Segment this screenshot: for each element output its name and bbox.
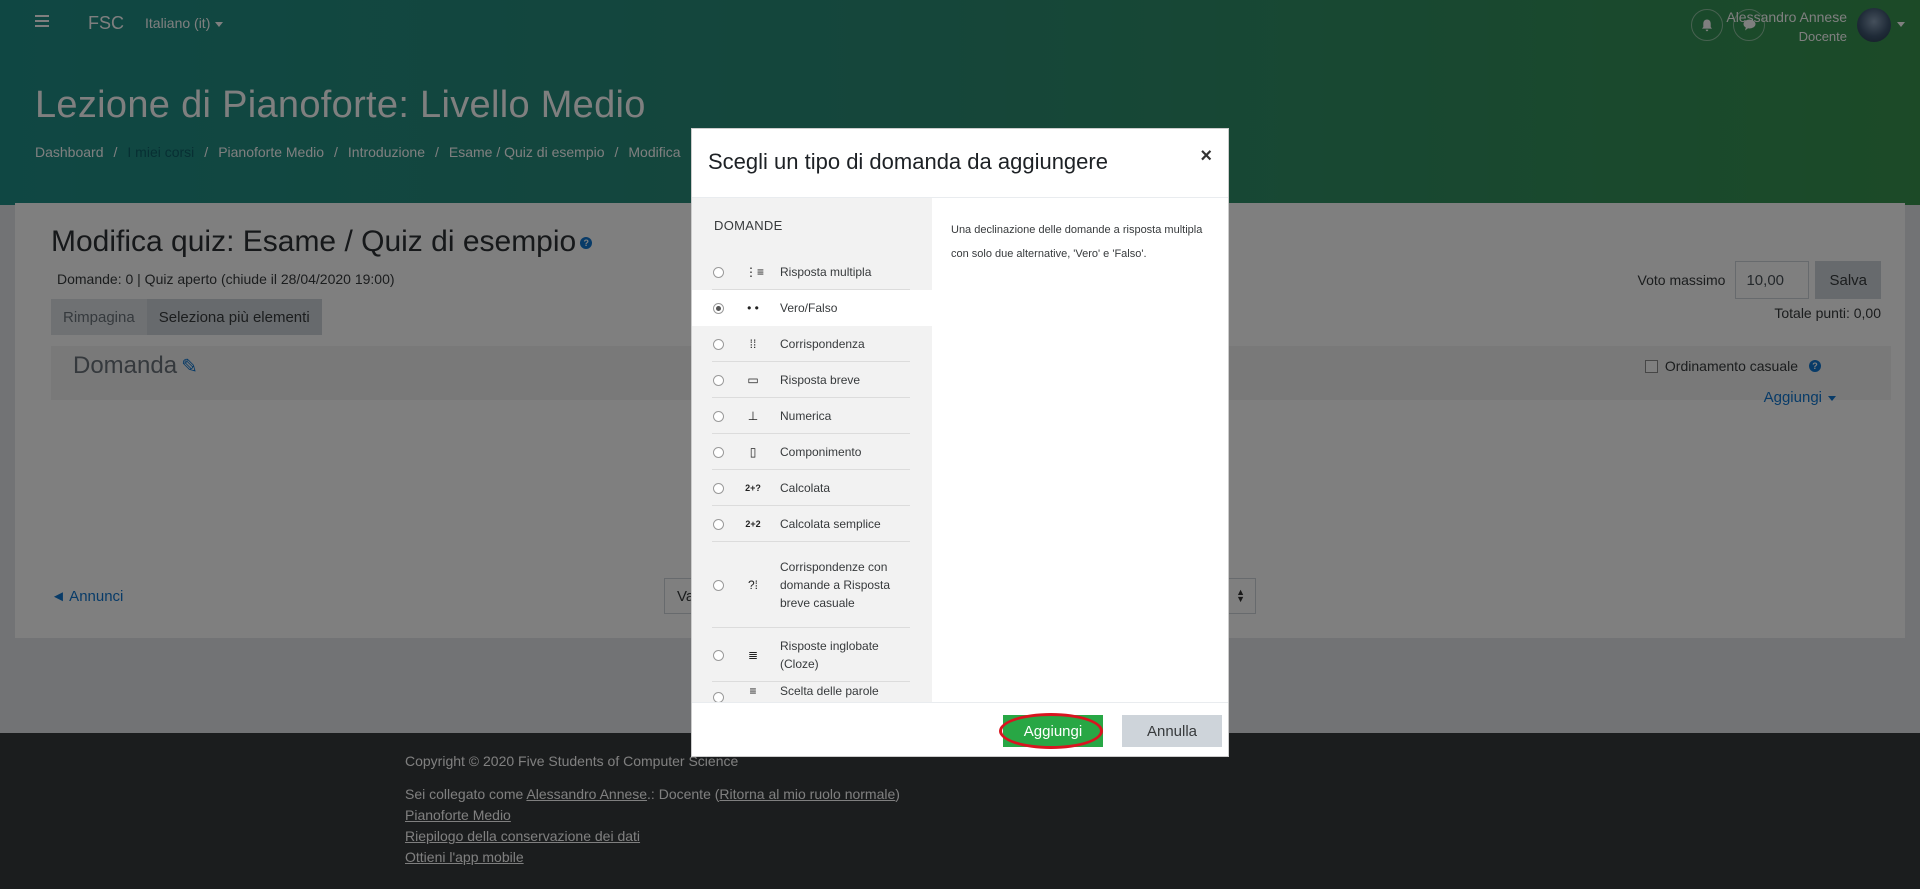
calculated-icon: 2+? bbox=[745, 483, 761, 493]
option-radio[interactable] bbox=[713, 374, 724, 386]
option-label: Risposte inglobate (Cloze) bbox=[780, 639, 879, 671]
option-radio[interactable] bbox=[713, 482, 724, 494]
option-label: Calcolata bbox=[780, 481, 831, 495]
question-type-option[interactable]: ≡ Scelta delle parole bbox=[692, 682, 932, 702]
textbox-icon: ▭ bbox=[747, 373, 759, 387]
option-radio[interactable] bbox=[713, 266, 724, 278]
option-label: Calcolata semplice bbox=[780, 517, 881, 531]
match-icon: ⁞⁞ bbox=[749, 337, 757, 351]
option-label: Corrispondenze con domande a Risposta br… bbox=[780, 560, 891, 610]
list-icon: ⋮≡ bbox=[745, 265, 765, 279]
question-type-option[interactable]: 2+2 Calcolata semplice bbox=[692, 506, 932, 542]
option-radio[interactable] bbox=[713, 446, 724, 458]
dialog-header: Scegli un tipo di domanda da aggiungere … bbox=[692, 129, 1228, 198]
question-type-option[interactable]: ▯ Componimento bbox=[692, 434, 932, 470]
dialog-footer: Aggiungi Annulla bbox=[692, 702, 1228, 756]
option-radio[interactable] bbox=[713, 302, 724, 314]
essay-icon: ▯ bbox=[749, 445, 757, 459]
option-radio[interactable] bbox=[713, 579, 724, 591]
question-type-dialog: Scegli un tipo di domanda da aggiungere … bbox=[691, 128, 1229, 757]
option-label: Vero/Falso bbox=[780, 301, 838, 315]
option-radio[interactable] bbox=[713, 518, 724, 530]
option-radio[interactable] bbox=[713, 692, 724, 702]
question-type-option[interactable]: ▭ Risposta breve bbox=[692, 362, 932, 398]
option-label: Risposta breve bbox=[780, 373, 861, 387]
option-radio[interactable] bbox=[713, 649, 724, 661]
question-type-option[interactable]: • • Vero/Falso bbox=[692, 290, 932, 326]
option-label: Componimento bbox=[780, 445, 862, 459]
question-type-option[interactable]: ?⁞ Corrispondenze con domande a Risposta… bbox=[692, 542, 932, 628]
question-type-list[interactable]: DOMANDE ⋮≡ Risposta multipla • • Vero/Fa… bbox=[692, 198, 932, 702]
add-button[interactable]: Aggiungi bbox=[999, 713, 1103, 749]
option-radio[interactable] bbox=[713, 410, 724, 422]
options-heading: DOMANDE bbox=[714, 218, 783, 233]
highlight-ring bbox=[999, 713, 1103, 749]
close-icon[interactable]: × bbox=[1200, 145, 1212, 168]
calculated-simple-icon: 2+2 bbox=[745, 519, 761, 529]
question-type-option[interactable]: 2+? Calcolata bbox=[692, 470, 932, 506]
option-label: Scelta delle parole bbox=[780, 684, 879, 698]
dialog-body: DOMANDE ⋮≡ Risposta multipla • • Vero/Fa… bbox=[692, 198, 1228, 702]
dialog-title: Scegli un tipo di domanda da aggiungere bbox=[708, 149, 1108, 174]
word-select-icon: ≡ bbox=[749, 684, 757, 698]
question-type-option[interactable]: ⊥ Numerica bbox=[692, 398, 932, 434]
question-type-option[interactable]: ⁞⁞ Corrispondenza bbox=[692, 326, 932, 362]
question-type-option[interactable]: ≣ Risposte inglobate (Cloze) bbox=[692, 628, 932, 682]
cancel-button[interactable]: Annulla bbox=[1122, 715, 1222, 747]
option-label: Corrispondenza bbox=[780, 337, 865, 351]
question-type-description: Una declinazione delle domande a rispost… bbox=[951, 224, 1203, 260]
numeric-icon: ⊥ bbox=[747, 409, 759, 423]
cloze-icon: ≣ bbox=[747, 648, 759, 662]
option-label: Risposta multipla bbox=[780, 265, 872, 279]
option-label: Numerica bbox=[780, 409, 832, 423]
option-radio[interactable] bbox=[713, 338, 724, 350]
question-type-option[interactable]: ⋮≡ Risposta multipla bbox=[692, 254, 932, 290]
dots-icon: • • bbox=[747, 301, 759, 315]
random-match-icon: ?⁞ bbox=[747, 578, 758, 592]
